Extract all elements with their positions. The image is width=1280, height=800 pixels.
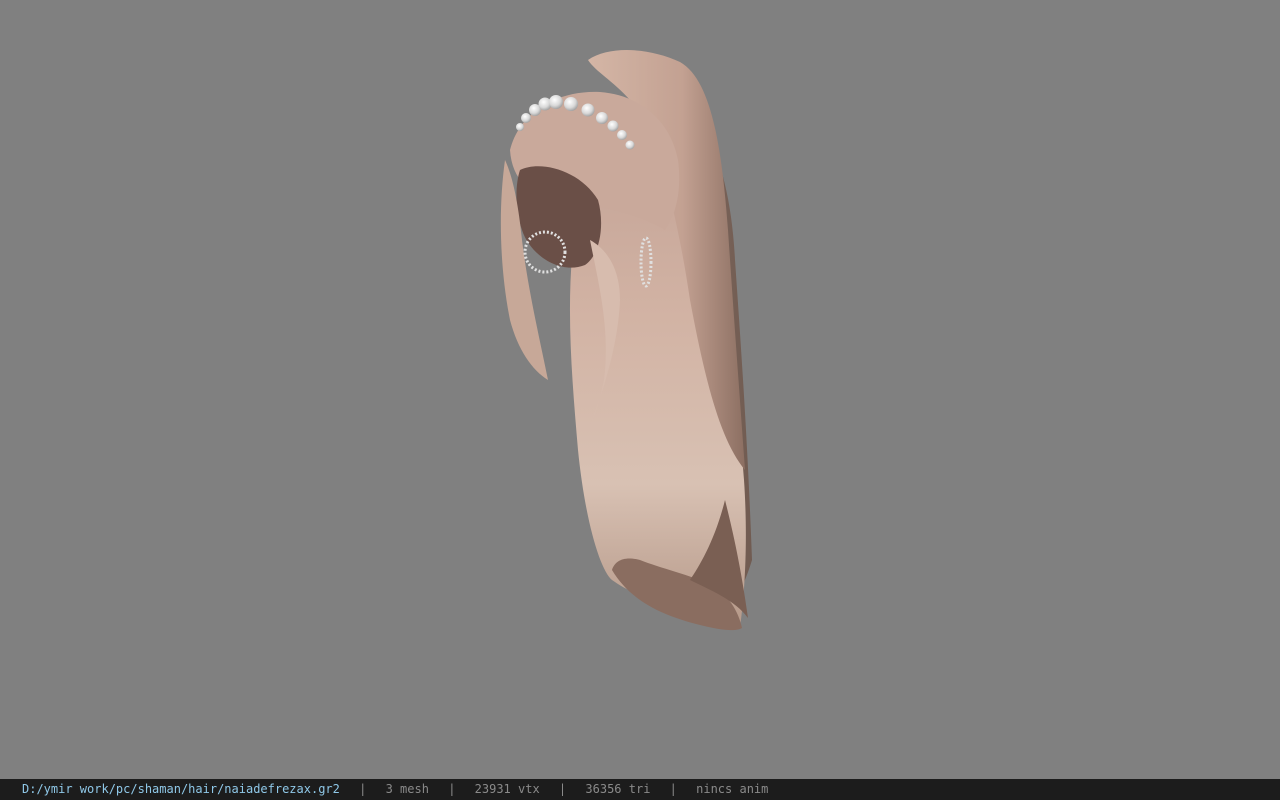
status-separator: |	[448, 782, 456, 796]
mesh-count-label: 3 mesh	[385, 782, 429, 796]
anim-status-label: nincs anim	[696, 782, 769, 796]
3d-viewport[interactable]	[0, 0, 1280, 779]
triangle-count-label: 36356 tri	[585, 782, 651, 796]
status-separator: |	[359, 782, 367, 796]
vertex-count-label: 23931 vtx	[474, 782, 540, 796]
status-bar: D:/ymir work/pc/shaman/hair/naiadefrezax…	[0, 779, 1280, 800]
file-path-label: D:/ymir work/pc/shaman/hair/naiadefrezax…	[22, 782, 340, 796]
status-separator: |	[558, 782, 567, 796]
hair-model-render[interactable]	[0, 0, 1280, 779]
status-separator: |	[669, 782, 677, 796]
